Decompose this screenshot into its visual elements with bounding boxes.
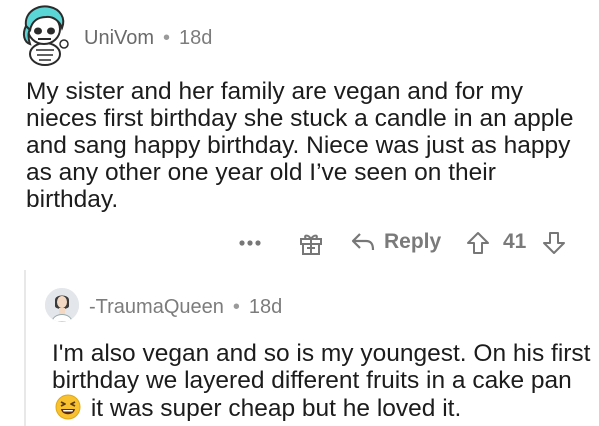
downvote-button[interactable] [541,230,567,256]
reply-text-part-1: I'm also vegan and so is my youngest. On… [52,340,591,394]
grinning-squinting-face-emoji-icon [55,394,81,420]
comment-age: 18d [179,27,213,49]
downvote-icon [543,232,565,254]
reply-label: Reply [384,230,442,253]
reply-button[interactable]: Reply [350,230,441,254]
upvote-icon [467,232,489,254]
comment-action-bar: Reply 41 [0,228,599,262]
reply-body: I'm also vegan and so is my youngest. On… [52,340,592,422]
meta-separator: • [163,27,171,49]
reply-text-part-2: it was super cheap but he loved it. [90,395,462,422]
upvote-button[interactable] [465,230,491,256]
reply-arrow-icon [351,233,375,251]
comment-body: My sister and her family are vegan and f… [26,78,574,213]
username[interactable]: UniVom [84,27,154,49]
gift-icon [300,234,322,255]
more-icon [239,240,261,246]
vote-count: 41 [503,230,527,253]
reply-meta-separator: • [232,296,240,318]
reply-meta: -TraumaQueen • 18d [89,294,282,320]
comment-meta: UniVom • 18d [84,25,212,51]
reply-user-avatar[interactable] [45,288,79,322]
give-award-button[interactable] [298,230,324,256]
more-options-button[interactable] [238,228,262,258]
reply-age: 18d [248,296,283,318]
reply-username[interactable]: -TraumaQueen [89,296,224,318]
user-avatar[interactable] [16,4,74,66]
